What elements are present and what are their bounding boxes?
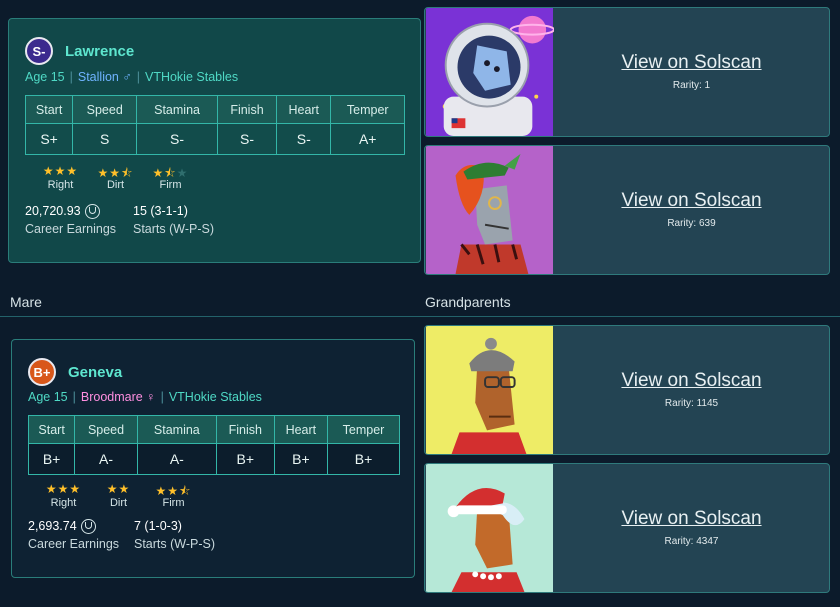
stat-value: S-	[136, 123, 218, 155]
view-on-solscan-link[interactable]: View on Solscan	[554, 52, 829, 74]
star-icons: ★⯪★	[152, 166, 189, 180]
stats-table: Start Speed Stamina Finish Heart Temper …	[24, 95, 405, 155]
rarity-label: Rarity: 4347	[664, 536, 719, 547]
mare-section-title: Mare	[10, 294, 42, 310]
grandparents-section-title: Grandparents	[425, 294, 511, 310]
rating-surface: ★★⯪ Dirt	[88, 164, 143, 191]
horse-info-line: Age 15 | Stallion ♂ | VTHokie Stables	[25, 70, 239, 84]
stat-header: Speed	[72, 95, 138, 124]
stat-value: A-	[74, 443, 138, 475]
sire-header: S- Lawrence	[25, 37, 134, 65]
section-divider	[0, 316, 840, 317]
stat-value: S-	[216, 123, 278, 155]
horse-name[interactable]: Lawrence	[65, 43, 134, 60]
horse-gender: Stallion ♂	[77, 70, 132, 84]
star-icons: ★★	[106, 482, 131, 496]
dam-header: B+ Geneva	[28, 358, 122, 386]
coin-icon	[84, 203, 100, 219]
stat-header: Start	[27, 415, 76, 444]
rating-label: Dirt	[106, 179, 125, 191]
starts-label: Starts (W-P-S)	[133, 222, 215, 236]
grade-badge: S-	[25, 37, 53, 65]
grade-badge: B+	[28, 358, 56, 386]
starts-value: 15 (3-1-1)	[133, 204, 188, 218]
career-earnings: 2,693.74 Career Earnings	[28, 517, 119, 553]
rating-condition: ★★⯪ Firm	[146, 482, 201, 509]
stats-table: Start Speed Stamina Finish Heart Temper …	[27, 415, 401, 475]
starts-label: Starts (W-P-S)	[134, 537, 216, 551]
dam-card: B+ Geneva Age 15 | Broodmare ♀ | VTHokie Sta…	[11, 339, 415, 578]
coin-icon	[80, 518, 96, 534]
stat-value: A+	[330, 123, 405, 155]
rating-condition: ★⯪★ Firm	[143, 164, 198, 191]
stat-header: Stamina	[136, 415, 217, 444]
nft-card-dam-dam: View on Solscan Rarity: 4347	[424, 463, 830, 593]
career-earnings: 20,720.93 Career Earnings	[25, 202, 116, 238]
view-on-solscan-link[interactable]: View on Solscan	[554, 370, 829, 392]
star-icons: ★★⯪	[97, 166, 134, 180]
rarity-label: Rarity: 639	[667, 218, 716, 229]
surface-ratings: ★★★ Right ★★⯪ Dirt ★⯪★ Firm	[33, 164, 198, 191]
star-icons: ★★★	[45, 482, 82, 496]
rarity-label: Rarity: 1145	[664, 398, 719, 409]
rarity-label: Rarity: 1	[672, 80, 711, 91]
nft-card-dam-sire: View on Solscan Rarity: 1145	[424, 325, 830, 455]
horse-age: Age 15	[25, 70, 65, 84]
stat-header: Temper	[330, 95, 405, 124]
stat-header: Heart	[273, 415, 328, 444]
horse-info-line: Age 15 | Broodmare ♀ | VTHokie Stables	[28, 390, 262, 404]
stat-header: Stamina	[136, 95, 218, 124]
star-icons: ★★⯪	[155, 484, 192, 498]
stat-header: Finish	[216, 95, 278, 124]
earnings-label: Career Earnings	[25, 222, 117, 236]
earnings-label: Career Earnings	[28, 537, 120, 551]
stat-value: S+	[24, 123, 74, 155]
view-on-solscan-link[interactable]: View on Solscan	[554, 508, 829, 530]
stat-value: S	[72, 123, 138, 155]
horse-name[interactable]: Geneva	[68, 364, 122, 381]
hat-horse-art[interactable]	[425, 146, 554, 274]
starts-value: 7 (1-0-3)	[134, 519, 182, 533]
stat-value: B+	[215, 443, 275, 475]
surface-ratings: ★★★ Right ★★ Dirt ★★⯪ Firm	[36, 482, 201, 509]
earnings-value: 2,693.74	[28, 519, 77, 533]
stat-value: B+	[326, 443, 401, 475]
stable-link[interactable]: VTHokie Stables	[169, 390, 262, 404]
rating-label: Right	[50, 497, 77, 509]
stat-header: Temper	[326, 415, 401, 444]
rating-direction: ★★★ Right	[33, 164, 88, 191]
rating-label: Firm	[159, 179, 182, 191]
race-starts: 15 (3-1-1) Starts (W-P-S)	[133, 202, 214, 238]
stat-value: A-	[136, 443, 217, 475]
rating-label: Firm	[162, 497, 185, 509]
stat-header: Heart	[276, 95, 332, 124]
stat-value: B+	[27, 443, 76, 475]
view-on-solscan-link[interactable]: View on Solscan	[554, 190, 829, 212]
star-icons: ★★★	[42, 164, 79, 178]
horse-age: Age 15	[28, 390, 68, 404]
nft-card-sire: View on Solscan Rarity: 1	[424, 7, 830, 137]
sire-card: S- Lawrence Age 15 | Stallion ♂ | VTHokie St…	[8, 18, 421, 263]
astronaut-horse-art[interactable]	[425, 8, 554, 136]
rating-label: Dirt	[109, 497, 128, 509]
santa-horse-art[interactable]	[425, 464, 554, 592]
stat-value: B+	[273, 443, 328, 475]
rating-direction: ★★★ Right	[36, 482, 91, 509]
rating-label: Right	[47, 179, 74, 191]
earnings-value: 20,720.93	[25, 204, 81, 218]
horse-gender: Broodmare ♀	[80, 390, 156, 404]
stat-header: Start	[24, 95, 74, 124]
stat-header: Speed	[74, 415, 138, 444]
stat-header: Finish	[215, 415, 275, 444]
stable-link[interactable]: VTHokie Stables	[145, 70, 238, 84]
nft-card-sire-dam: View on Solscan Rarity: 639	[424, 145, 830, 275]
stat-value: S-	[276, 123, 332, 155]
race-starts: 7 (1-0-3) Starts (W-P-S)	[134, 517, 215, 553]
beanie-horse-art[interactable]	[425, 326, 554, 454]
rating-surface: ★★ Dirt	[91, 482, 146, 509]
